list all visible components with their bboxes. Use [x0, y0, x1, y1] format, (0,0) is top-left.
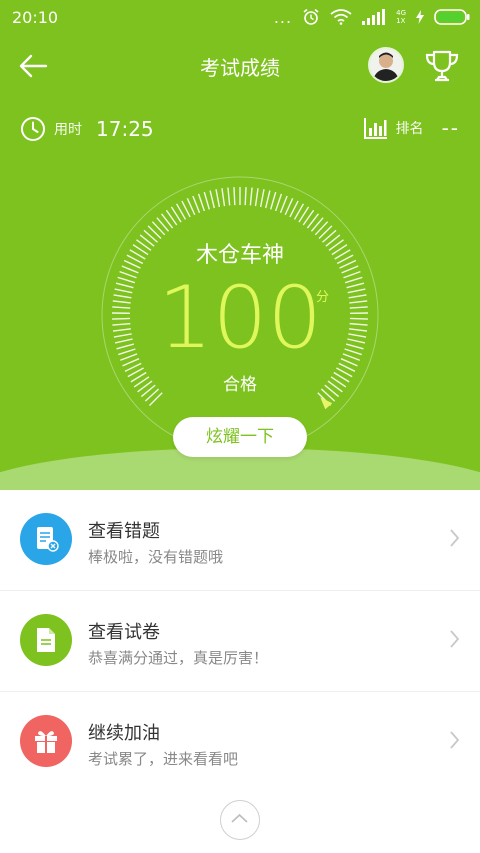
charging-icon [416, 10, 424, 24]
status-icons: ... 4G 1X [274, 7, 470, 27]
gauge-tick [249, 187, 253, 206]
item-title: 查看错题 [88, 521, 160, 542]
gauge-tick [244, 187, 247, 206]
gauge-tick [233, 187, 236, 206]
bar-chart-icon [363, 118, 387, 139]
gauge-tick [227, 187, 231, 206]
item-subtitle: 考试累了，进来看看吧 [88, 750, 239, 768]
rank-label: 排名 [395, 121, 424, 137]
alarm-icon [303, 8, 319, 25]
achievement-title: 木仓车神 [195, 243, 284, 268]
chevron-right-icon [450, 630, 460, 648]
share-button[interactable]: 炫耀一下 [173, 417, 307, 457]
gauge-tick [264, 190, 271, 209]
score-value: 100 [157, 268, 323, 368]
scroll-up-button[interactable] [220, 800, 260, 840]
list-item-view-paper[interactable]: 查看试卷 恭喜满分通过，真是厉害！ [0, 591, 480, 692]
time-label: 用时 [54, 122, 82, 138]
gauge-tick [221, 188, 226, 207]
gauge-tick [259, 189, 265, 208]
gauge-tick [215, 189, 221, 208]
network-type: 4G 1X [396, 9, 406, 25]
item-subtitle: 棒极啦，没有错题哦 [88, 548, 224, 566]
gauge-tick [270, 191, 277, 210]
wrong-questions-icon [20, 513, 72, 565]
gauge-tick [279, 195, 288, 213]
time-value: 17:25 [96, 117, 154, 141]
bottom-bar [0, 788, 480, 853]
signal-icon [362, 9, 386, 25]
chevron-up-icon [231, 813, 248, 823]
time-used: 用时 17:25 [20, 116, 154, 142]
status-time: 20:10 [12, 8, 59, 27]
trophy-icon[interactable] [422, 46, 462, 86]
hero-section: 20:10 ... 4G 1X 考试成绩 用时 17:25 排名 -- 木仓车神… [0, 0, 480, 490]
item-title: 继续加油 [88, 723, 160, 744]
paper-icon [20, 614, 72, 666]
pass-status: 合格 [223, 375, 257, 395]
gauge-tick [197, 193, 206, 212]
rank-value: -- [441, 116, 460, 140]
gauge-tick [254, 188, 259, 207]
notification-dots: ... [273, 7, 293, 27]
top-bar: 考试成绩 [0, 34, 480, 98]
item-subtitle: 恭喜满分通过，真是厉害！ [88, 649, 269, 667]
network-bottom: 1X [396, 17, 406, 25]
network-top: 4G [396, 9, 406, 17]
chevron-right-icon [450, 731, 460, 749]
gauge-tick [209, 190, 216, 209]
avatar-image-icon [370, 49, 402, 81]
battery-icon [434, 9, 470, 25]
user-avatar[interactable] [368, 47, 404, 83]
gauge-tick [203, 191, 210, 210]
gauge-pointer [320, 397, 333, 410]
page-title: 考试成绩 [200, 56, 280, 80]
score-unit: 分 [316, 290, 330, 305]
action-list: 查看错题 棒极啦，没有错题哦 查看试卷 恭喜满分通过，真是厉害！ 继续加油 考试… [0, 490, 480, 793]
chevron-right-icon [450, 529, 460, 547]
list-item-wrong-questions[interactable]: 查看错题 棒极啦，没有错题哦 [0, 490, 480, 591]
wifi-icon [330, 9, 352, 25]
list-item-keep-going[interactable]: 继续加油 考试累了，进来看看吧 [0, 692, 480, 793]
gauge-tick [274, 193, 283, 212]
clock-icon [21, 117, 45, 141]
rank: 排名 -- [363, 116, 460, 140]
gauge-tick [192, 195, 201, 213]
item-title: 查看试卷 [88, 622, 160, 643]
gift-icon [20, 715, 72, 767]
status-bar: 20:10 ... 4G 1X [0, 0, 480, 34]
